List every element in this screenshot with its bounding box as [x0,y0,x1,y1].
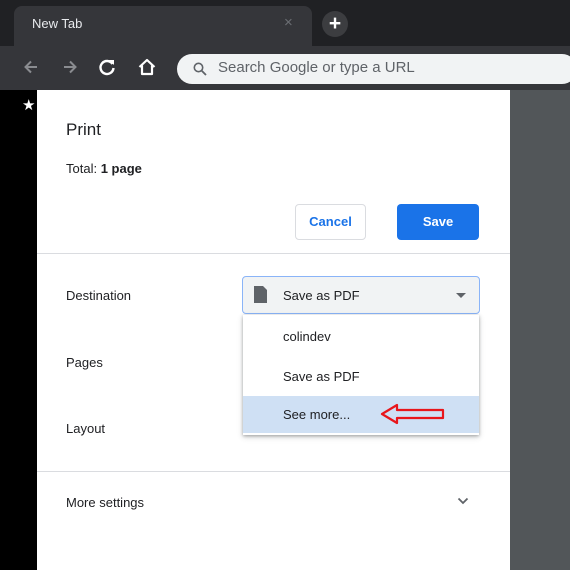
option-label: colindev [283,329,331,344]
omnibox-placeholder: Search Google or type a URL [218,59,415,76]
header-divider [37,253,510,254]
new-tab-button[interactable]: + [322,11,348,37]
tab-new-tab[interactable]: New Tab × [14,6,312,46]
tab-close-icon[interactable]: × [284,15,293,30]
omnibox[interactable]: Search Google or type a URL [177,54,570,84]
option-colindev[interactable]: colindev [243,318,479,355]
cancel-button[interactable]: Cancel [295,204,366,240]
caret-down-icon [456,293,466,298]
tab-strip: New Tab × + [0,0,570,46]
tab-title: New Tab [32,16,83,31]
document-icon [254,286,267,303]
total-label: Total: [66,161,101,176]
option-label: Save as PDF [283,369,360,384]
total-value: 1 page [100,161,142,176]
red-arrow-annotation [380,403,445,425]
bookmark-star-icon[interactable]: ★ [22,96,35,114]
destination-select[interactable]: Save as PDF [242,276,480,314]
dialog-title: Print [66,120,101,139]
settings-divider [37,471,510,472]
back-arrow-icon[interactable] [20,56,42,78]
option-label: See more... [283,407,351,422]
search-icon [193,62,207,76]
total-pages: Total: 1 page [66,161,142,176]
pages-label: Pages [66,355,103,370]
more-settings-label[interactable]: More settings [66,495,144,510]
home-icon[interactable] [136,56,158,78]
layout-label: Layout [66,421,106,436]
option-save-as-pdf[interactable]: Save as PDF [243,358,479,395]
destination-label: Destination [66,288,132,303]
print-dialog: Print Total: 1 page Cancel Save Destinat… [37,90,510,570]
save-button[interactable]: Save [397,204,479,240]
reload-icon[interactable] [96,56,118,78]
browser-toolbar: Search Google or type a URL [0,46,570,90]
chevron-down-icon[interactable] [457,497,469,505]
destination-selected-value: Save as PDF [283,288,360,303]
print-preview-area [510,90,570,570]
forward-arrow-icon[interactable] [59,56,81,78]
